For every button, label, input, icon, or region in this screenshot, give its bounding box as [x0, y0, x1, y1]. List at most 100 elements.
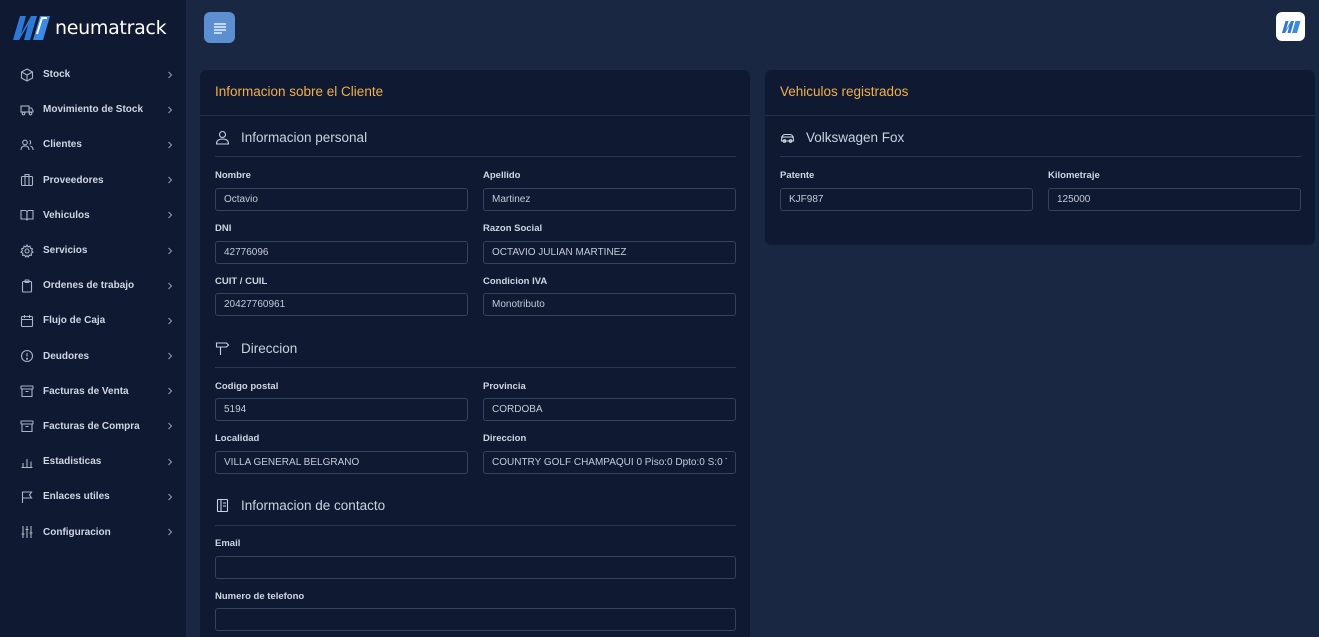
sidebar-item-facturas-compra[interactable]: Facturas de Compra — [0, 409, 186, 444]
section-divider — [215, 525, 736, 526]
archive-icon — [20, 420, 34, 433]
sidebar-item-estadisticas[interactable]: Estadisticas — [0, 444, 186, 479]
sidebar-item-deudores[interactable]: Deudores — [0, 339, 186, 374]
user-avatar[interactable] — [1276, 12, 1305, 41]
section-contact: Informacion de contacto — [215, 498, 385, 513]
sidebar-item-label: Proveedores — [43, 174, 104, 186]
codigo-postal-field[interactable] — [215, 398, 468, 421]
section-divider — [215, 156, 736, 157]
sidebar-item-label: Facturas de Venta — [43, 385, 129, 397]
sidebar-item-flujo-caja[interactable]: Flujo de Caja — [0, 303, 186, 338]
section-title: Informacion de contacto — [241, 498, 386, 513]
apellido-label: Apellido — [483, 170, 521, 181]
bar-chart-icon — [21, 458, 33, 468]
razon-social-label: Razon Social — [483, 223, 543, 234]
chevron-right-icon — [168, 106, 173, 114]
chevron-right-icon — [168, 493, 173, 501]
menu-lines-icon — [213, 22, 226, 34]
section-title: Direccion — [241, 341, 298, 356]
truck-icon — [20, 105, 34, 116]
patente-label: Patente — [780, 170, 815, 181]
patente-field[interactable] — [780, 188, 1033, 211]
divider — [765, 115, 1315, 116]
razon-social-field[interactable] — [483, 241, 736, 264]
localidad-label: Localidad — [215, 433, 260, 444]
contact-book-icon — [216, 498, 229, 513]
sidebar-nav: Stock Movimiento de Stock Clientes Prove… — [0, 57, 186, 550]
calendar-icon — [20, 314, 34, 327]
chevron-right-icon — [168, 211, 173, 219]
sidebar-item-servicios[interactable]: Servicios — [0, 233, 186, 268]
sidebar-item-enlaces-utiles[interactable]: Enlaces utiles — [0, 479, 186, 514]
gear-icon — [20, 243, 34, 258]
email-label: Email — [215, 538, 241, 549]
sidebar-item-stock[interactable]: Stock — [0, 57, 186, 92]
sidebar-item-vehiculos[interactable]: Vehiculos — [0, 198, 186, 233]
car-icon — [780, 133, 795, 143]
archive-icon — [20, 385, 34, 398]
cuit-label: CUIT / CUIL — [215, 276, 268, 287]
direccion-field[interactable] — [483, 451, 736, 474]
email-field[interactable] — [215, 556, 736, 579]
menu-toggle-button[interactable] — [204, 12, 235, 43]
telefono-label: Numero de telefono — [215, 591, 305, 602]
card-title: Informacion sobre el Cliente — [215, 84, 384, 99]
nombre-label: Nombre — [215, 170, 251, 181]
chevron-right-icon — [168, 528, 173, 536]
provincia-field[interactable] — [483, 398, 736, 421]
condicion-iva-label: Condicion IVA — [483, 276, 548, 287]
chevron-right-icon — [168, 141, 173, 149]
cuit-field[interactable] — [215, 293, 468, 316]
app-name: neumatrack — [55, 17, 167, 39]
apellido-field[interactable] — [483, 188, 736, 211]
section-address: Direccion — [215, 341, 297, 356]
building-icon — [20, 174, 34, 187]
localidad-field[interactable] — [215, 451, 468, 474]
chevron-right-icon — [168, 176, 173, 184]
vehicle-header: Volkswagen Fox — [780, 130, 904, 145]
section-divider — [215, 367, 736, 368]
sidebar-item-label: Deudores — [43, 350, 90, 362]
divider — [200, 115, 750, 116]
clipboard-icon — [21, 279, 33, 293]
user-icon — [215, 130, 230, 145]
provincia-label: Provincia — [483, 381, 526, 392]
dni-field[interactable] — [215, 241, 468, 264]
box-icon — [20, 67, 34, 82]
chevron-right-icon — [168, 352, 173, 360]
sidebar-item-label: Servicios — [43, 245, 88, 257]
sidebar-item-facturas-venta[interactable]: Facturas de Venta — [0, 374, 186, 409]
codigo-postal-label: Codigo postal — [215, 381, 279, 392]
sidebar-item-label: Clientes — [43, 139, 82, 151]
alert-circle-icon — [20, 350, 34, 363]
sidebar-item-label: Vehiculos — [43, 209, 90, 221]
chevron-right-icon — [168, 458, 173, 466]
condicion-iva-field[interactable] — [483, 293, 736, 316]
sidebar-item-movimiento-stock[interactable]: Movimiento de Stock — [0, 92, 186, 127]
section-title: Informacion personal — [241, 130, 368, 145]
sidebar-item-label: Facturas de Compra — [43, 420, 140, 432]
sidebar-item-label: Configuracion — [43, 526, 111, 538]
section-personal: Informacion personal — [215, 130, 367, 145]
chevron-right-icon — [168, 247, 173, 254]
app-logo[interactable]: neumatrack — [11, 14, 167, 42]
chevron-right-icon — [168, 71, 173, 78]
nombre-field[interactable] — [215, 188, 468, 211]
kilometraje-label: Kilometraje — [1048, 170, 1100, 181]
dni-label: DNI — [215, 223, 232, 234]
telefono-field[interactable] — [215, 608, 736, 631]
sidebar-item-proveedores[interactable]: Proveedores — [0, 163, 186, 198]
direccion-label: Direccion — [483, 433, 527, 444]
sidebar-item-label: Movimiento de Stock — [43, 104, 144, 116]
flag-icon — [21, 491, 33, 503]
sidebar-item-label: Estadisticas — [43, 456, 102, 468]
sidebar-item-label: Ordenes de trabajo — [43, 280, 135, 292]
chevron-right-icon — [168, 387, 173, 395]
book-icon — [20, 210, 34, 221]
chevron-right-icon — [168, 282, 173, 290]
sidebar-item-ordenes-trabajo[interactable]: Ordenes de trabajo — [0, 268, 186, 303]
kilometraje-field[interactable] — [1048, 188, 1301, 211]
chevron-right-icon — [168, 317, 173, 325]
sidebar-item-clientes[interactable]: Clientes — [0, 127, 186, 162]
sidebar-item-configuracion[interactable]: Configuracion — [0, 514, 186, 549]
